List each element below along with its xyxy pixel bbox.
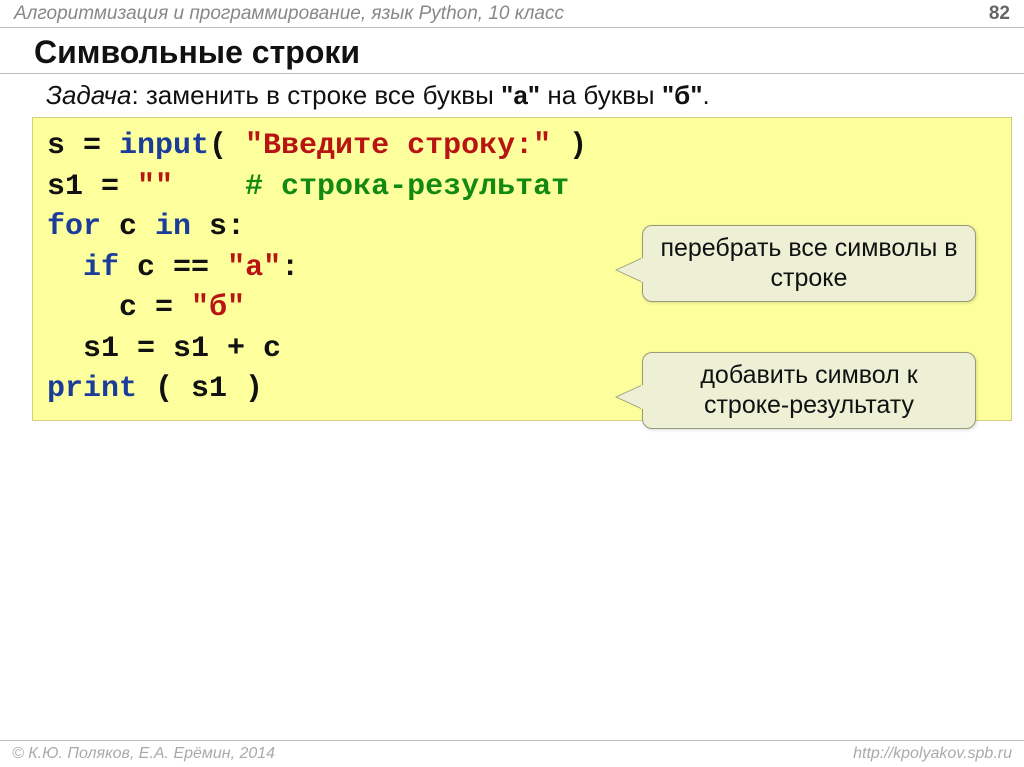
course-label: Алгоритмизация и программирование, язык … [14, 3, 564, 25]
task-tail: . [703, 80, 710, 110]
code-area: s = input( "Введите строку:" ) s1 = "" #… [32, 117, 1012, 421]
task-letter-a: "а" [501, 80, 540, 110]
top-bar: Алгоритмизация и программирование, язык … [0, 0, 1024, 28]
code-text: s: [191, 210, 245, 244]
code-text: ) [551, 129, 587, 163]
code-text [47, 251, 83, 285]
code-text: s1 = [47, 170, 137, 204]
footer: © К.Ю. Поляков, Е.А. Ерёмин, 2014 http:/… [0, 740, 1024, 767]
code-text: c [101, 210, 155, 244]
code-text: ( [209, 129, 245, 163]
code-text: s = [47, 129, 119, 163]
code-text: s1 = s1 + c [83, 332, 281, 366]
keyword-in: in [155, 210, 191, 244]
task-before: : заменить в строке все буквы [131, 80, 501, 110]
string-literal: "Введите строку:" [245, 129, 551, 163]
keyword-print: print [47, 372, 137, 406]
page-title: Символьные строки [34, 34, 1024, 71]
code-text: : [281, 251, 299, 285]
page-number: 82 [989, 3, 1010, 25]
divider [0, 73, 1024, 74]
task-mid: на буквы [540, 80, 662, 110]
callout-append: добавить символ к строке-результату [642, 352, 976, 429]
comment: # строка-результат [245, 170, 569, 204]
code-text: c == [119, 251, 227, 285]
string-literal: "б" [191, 291, 245, 325]
string-literal: "а" [227, 251, 281, 285]
task-text: Задача: заменить в строке все буквы "а" … [46, 80, 1024, 111]
callout-iterate: перебрать все символы в строке [642, 225, 976, 302]
keyword-for: for [47, 210, 101, 244]
string-literal: "" [137, 170, 173, 204]
code-text: c = [119, 291, 191, 325]
code-text [47, 291, 119, 325]
task-label: Задача [46, 80, 131, 110]
code-text [173, 170, 245, 204]
footer-url: http://kpolyakov.spb.ru [853, 745, 1012, 763]
task-letter-b: "б" [662, 80, 703, 110]
keyword-input: input [119, 129, 209, 163]
keyword-if: if [83, 251, 119, 285]
footer-copyright: © К.Ю. Поляков, Е.А. Ерёмин, 2014 [12, 745, 275, 763]
code-text [47, 332, 83, 366]
code-text: ( s1 ) [137, 372, 263, 406]
